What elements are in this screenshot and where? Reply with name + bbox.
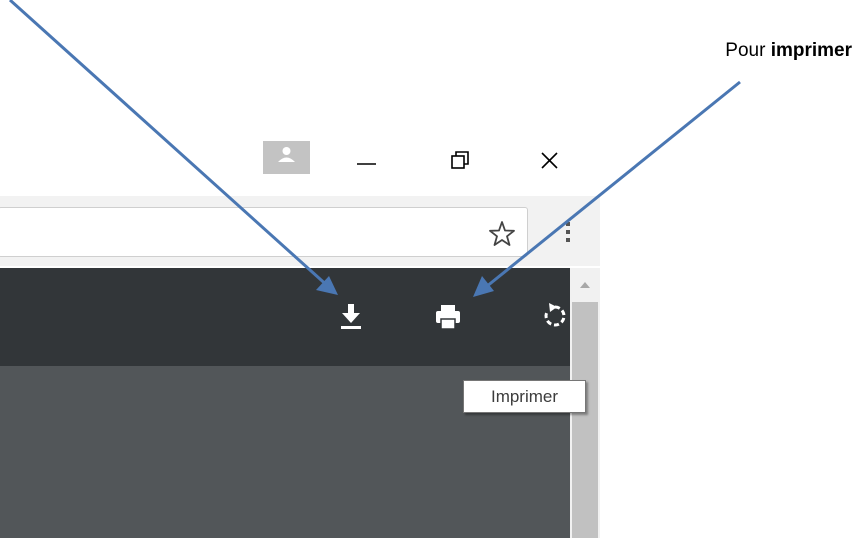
browser-menu-button[interactable] <box>557 212 579 252</box>
close-icon <box>541 152 558 169</box>
download-icon <box>341 304 361 329</box>
annotation-caption: Pour imprimer <box>725 40 852 62</box>
print-icon <box>436 305 460 330</box>
profile-button[interactable] <box>263 141 310 174</box>
kebab-menu-icon <box>566 222 570 242</box>
minimize-icon <box>357 163 376 165</box>
caption-bold: imprimer <box>770 40 852 61</box>
minimize-button[interactable] <box>347 140 387 180</box>
download-button[interactable] <box>331 296 371 336</box>
bookmark-button[interactable] <box>485 217 519 249</box>
print-tooltip: Imprimer <box>463 380 586 413</box>
person-icon <box>278 147 295 162</box>
scrollbar-thumb[interactable] <box>572 302 598 538</box>
rotate-button[interactable] <box>535 296 575 336</box>
restore-icon <box>451 151 469 169</box>
address-bar[interactable] <box>0 207 528 257</box>
pdf-toolbar <box>0 268 570 366</box>
caption-prefix: Pour <box>725 40 771 61</box>
restore-button[interactable] <box>440 140 480 180</box>
rotate-icon <box>544 303 566 327</box>
print-button[interactable] <box>428 296 468 336</box>
star-icon <box>489 221 515 246</box>
close-button[interactable] <box>529 140 569 180</box>
